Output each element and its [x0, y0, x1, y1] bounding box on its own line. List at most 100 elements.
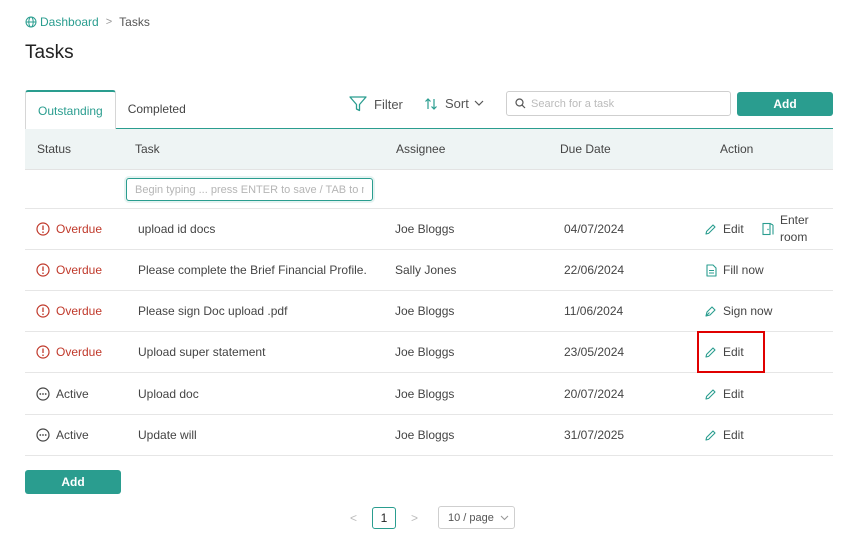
header-action: Action [720, 142, 754, 156]
status-cell: Overdue [36, 209, 102, 249]
header-due-date: Due Date [560, 142, 611, 156]
edit-action[interactable]: Edit [704, 387, 744, 401]
action-cell: Edit [704, 209, 744, 249]
task-cell: Upload super statement [138, 345, 266, 359]
due-date-cell: 23/05/2024 [564, 345, 625, 359]
next-page-button[interactable]: > [411, 511, 418, 525]
tab-bar: Outstanding Completed [25, 90, 198, 129]
action-cell: Edit [704, 415, 744, 455]
globe-icon [25, 16, 37, 28]
edit-label: Edit [723, 345, 744, 359]
table-row: Overdue Upload super statement Joe Blogg… [25, 332, 833, 373]
status-label: Overdue [56, 345, 103, 359]
filter-button[interactable]: Filter [349, 96, 403, 112]
document-icon [706, 263, 717, 277]
sort-label: Sort [445, 96, 469, 111]
status-label: Active [56, 387, 89, 401]
pencil-icon [705, 388, 716, 400]
pen-nib-icon [705, 305, 716, 317]
ellipsis-circle-icon [36, 387, 50, 401]
prev-page-button[interactable]: < [350, 511, 357, 525]
add-task-button-bottom[interactable]: Add [25, 470, 121, 494]
enter-room-label: Enter room [780, 213, 809, 244]
search-input[interactable] [531, 97, 721, 110]
edit-action[interactable]: Edit [704, 428, 744, 442]
edit-label: Edit [723, 387, 744, 401]
pencil-icon [705, 429, 716, 441]
edit-action[interactable]: Edit [704, 222, 744, 236]
assignee-cell: Joe Bloggs [395, 345, 455, 359]
due-date-cell: 31/07/2025 [564, 428, 625, 442]
table-row: Active Upload doc Joe Bloggs 20/07/2024 … [25, 374, 833, 415]
sign-now-action[interactable]: Sign now [704, 304, 772, 318]
action-cell: Edit [704, 374, 744, 414]
action-cell: Sign now [704, 291, 772, 331]
assignee-cell: Joe Bloggs [395, 304, 455, 318]
edit-action[interactable]: Edit [704, 345, 744, 359]
sort-icon [425, 97, 437, 110]
alert-circle-icon [36, 263, 50, 277]
chevron-down-icon [474, 100, 484, 106]
page-title: Tasks [25, 42, 74, 63]
ellipsis-circle-icon [36, 428, 50, 442]
alert-circle-icon [36, 304, 50, 318]
table-header: Status Task Assignee Due Date Action [25, 129, 833, 170]
new-task-row [25, 170, 833, 209]
due-date-cell: 22/06/2024 [564, 263, 625, 277]
status-label: Active [56, 428, 89, 442]
task-cell: Please sign Doc upload .pdf [138, 304, 288, 318]
assignee-cell: Joe Bloggs [395, 428, 455, 442]
action-cell: Fill now [706, 250, 764, 290]
header-assignee: Assignee [396, 142, 446, 156]
status-cell: Overdue [36, 250, 102, 290]
table-row: Overdue upload id docs Joe Bloggs 04/07/… [25, 209, 833, 250]
fill-now-action[interactable]: Fill now [706, 263, 764, 277]
assignee-cell: Sally Jones [395, 263, 457, 277]
breadcrumb-dashboard-link[interactable]: Dashboard [25, 15, 99, 29]
edit-label: Edit [723, 428, 744, 442]
sign-now-label: Sign now [723, 304, 773, 318]
pencil-icon [705, 346, 716, 358]
assignee-cell: Joe Bloggs [395, 387, 455, 401]
new-task-input[interactable] [126, 178, 373, 201]
table-row: Overdue Please sign Doc upload .pdf Joe … [25, 291, 833, 332]
assignee-cell: Joe Bloggs [395, 222, 455, 236]
fill-now-label: Fill now [723, 263, 764, 277]
status-cell: Overdue [36, 291, 102, 331]
enter-room-action[interactable]: Enter room [762, 209, 820, 249]
status-label: Overdue [56, 222, 103, 236]
task-cell: Please complete the Brief Financial Prof… [138, 263, 367, 277]
breadcrumb-current: Tasks [119, 15, 150, 29]
table-row: Overdue Please complete the Brief Financ… [25, 250, 833, 291]
filter-icon [349, 96, 367, 112]
header-task: Task [135, 142, 160, 156]
filter-label: Filter [374, 96, 403, 112]
page-size-label: 10 / page [448, 511, 494, 524]
due-date-cell: 11/06/2024 [564, 304, 624, 318]
tab-completed[interactable]: Completed [116, 90, 198, 128]
task-cell: Upload doc [138, 387, 199, 401]
tab-outstanding[interactable]: Outstanding [25, 90, 116, 129]
due-date-cell: 20/07/2024 [564, 387, 625, 401]
status-cell: Overdue [36, 332, 102, 372]
edit-label: Edit [723, 222, 744, 236]
task-cell: Update will [138, 428, 197, 442]
table-row: Active Update will Joe Bloggs 31/07/2025… [25, 415, 833, 456]
add-task-button-top[interactable]: Add [737, 92, 833, 116]
sort-button[interactable]: Sort [424, 96, 484, 111]
task-cell: upload id docs [138, 222, 216, 236]
page-size-select[interactable]: 10 / page [438, 506, 515, 529]
alert-circle-icon [36, 222, 50, 236]
breadcrumb: Dashboard > Tasks [25, 15, 150, 29]
chevron-down-icon [500, 515, 509, 520]
pencil-icon [705, 223, 716, 235]
header-status: Status [37, 142, 72, 156]
breadcrumb-separator: > [105, 16, 113, 28]
page-number-1[interactable]: 1 [372, 507, 396, 529]
status-label: Overdue [56, 304, 103, 318]
door-icon [762, 222, 774, 236]
due-date-cell: 04/07/2024 [564, 222, 625, 236]
status-cell: Active [36, 374, 89, 414]
search-box [506, 91, 731, 116]
breadcrumb-dashboard-label: Dashboard [40, 15, 99, 29]
